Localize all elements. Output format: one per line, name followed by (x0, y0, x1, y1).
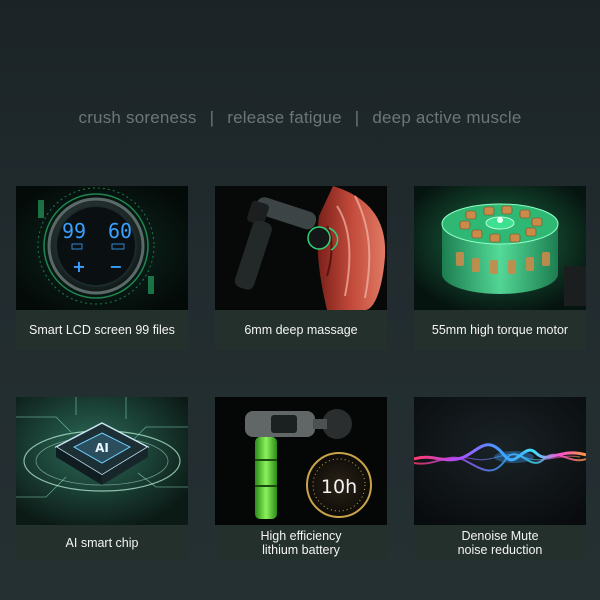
chip-label: AI (95, 441, 109, 455)
motor-icon (414, 186, 586, 310)
battery-icon: 10h (215, 397, 387, 525)
tagline-separator: | (354, 108, 360, 127)
feature-label-line-1: High efficiency (260, 529, 342, 543)
feature-card-chip: AI AI smart chip (16, 397, 188, 561)
feature-card-lcd: 99 60 + − Smart LCD screen 99 files (16, 186, 188, 350)
feature-card-motor: 55mm high torque motor (414, 186, 586, 350)
feature-label: 55mm high torque motor (414, 310, 586, 350)
feature-label-line-2: noise reduction (457, 543, 543, 557)
feature-label-line-2: lithium battery (262, 543, 340, 557)
feature-label: Smart LCD screen 99 files (16, 310, 188, 350)
minus-icon: − (109, 257, 122, 276)
battery-hours-badge: 10h (321, 476, 357, 498)
tagline-separator: | (209, 108, 215, 127)
soundwave-icon (414, 397, 586, 525)
feature-label: Denoise Mute noise reduction (414, 525, 586, 561)
lcd-left-value: 99 (62, 219, 86, 243)
massage-gun-muscle-icon (215, 186, 387, 310)
plus-icon: + (72, 257, 85, 276)
tagline-part-2: release fatigue (227, 108, 342, 127)
feature-label: 6mm deep massage (215, 310, 387, 350)
lcd-right-value: 60 (108, 219, 132, 243)
feature-label-line-1: Denoise Mute (461, 529, 539, 543)
tagline: crush soreness | release fatigue | deep acti… (0, 108, 600, 128)
feature-card-denoise: Denoise Mute noise reduction (414, 397, 586, 561)
lcd-screen-icon: 99 60 + − (16, 186, 188, 310)
chip-icon: AI (16, 397, 188, 525)
feature-card-battery: 10h High efficiency lithium battery (215, 397, 387, 561)
tagline-part-1: crush soreness (78, 108, 197, 127)
tagline-part-3: deep active muscle (372, 108, 522, 127)
feature-card-massage: 6mm deep massage (215, 186, 387, 350)
feature-label: High efficiency lithium battery (215, 525, 387, 561)
feature-label: AI smart chip (16, 525, 188, 561)
